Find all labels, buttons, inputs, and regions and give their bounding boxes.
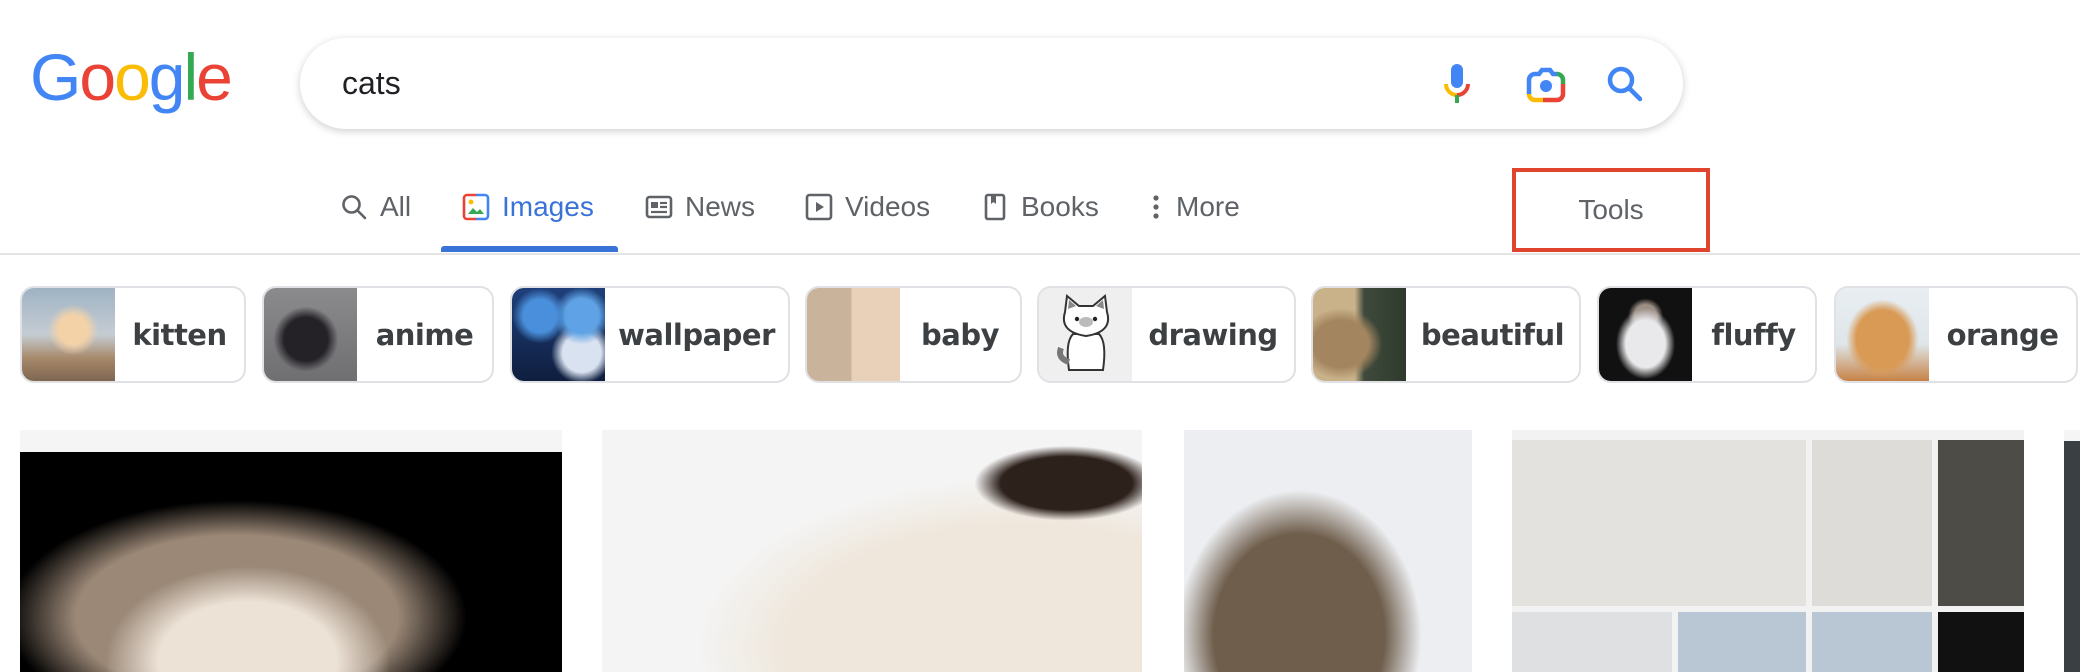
related-search-chip[interactable]: fluffy (1597, 286, 1817, 383)
tab-all[interactable]: All (340, 160, 411, 253)
search-input[interactable] (342, 38, 1342, 129)
search-box (300, 38, 1683, 129)
play-icon (805, 193, 833, 221)
logo-letter: g (148, 40, 186, 114)
result-image (602, 430, 1142, 672)
related-search-chip[interactable]: wallpaper (510, 286, 790, 383)
chip-label: drawing (1148, 317, 1278, 352)
result-image (2064, 441, 2080, 672)
related-search-chip[interactable]: beautiful (1311, 286, 1581, 383)
chip-thumbnail (1836, 288, 1929, 381)
more-vert-icon (1142, 193, 1170, 221)
logo-letter: l (183, 40, 199, 114)
tab-label: News (685, 190, 756, 222)
voice-search-button[interactable] (1435, 62, 1479, 106)
google-logo[interactable]: Google (30, 40, 233, 114)
search-submit-button[interactable] (1603, 62, 1647, 106)
related-search-chip[interactable]: kitten (20, 286, 246, 383)
news-icon (645, 193, 673, 221)
chip-thumbnail (1599, 288, 1692, 381)
image-result[interactable] (2064, 430, 2080, 672)
lens-search-button[interactable] (1524, 62, 1568, 106)
related-search-chip[interactable]: anime (262, 286, 494, 383)
tab-label: All (380, 190, 412, 222)
search-icon (1607, 66, 1643, 102)
image-result[interactable] (20, 430, 562, 672)
related-search-chip[interactable]: drawing (1037, 286, 1296, 383)
chip-label: anime (375, 317, 474, 352)
image-result[interactable] (1512, 430, 2024, 672)
result-image (1512, 430, 2024, 672)
chip-label: baby (921, 317, 1000, 352)
logo-letter: o (114, 40, 151, 114)
tools-button[interactable]: Tools (1512, 168, 1710, 252)
tab-label: Images (502, 190, 594, 222)
logo-letter: G (30, 40, 81, 114)
tab-news[interactable]: News (645, 160, 755, 253)
image-icon (462, 193, 490, 221)
search-type-tabs: All Images News Videos Books More (0, 160, 2080, 255)
cat-drawing-icon (1056, 293, 1109, 371)
logo-letter: o (79, 40, 116, 114)
tools-label: Tools (1578, 194, 1644, 225)
chip-label: kitten (132, 317, 227, 352)
chip-thumbnail (22, 288, 115, 381)
chip-label: beautiful (1420, 317, 1565, 352)
related-search-chip[interactable]: orange (1834, 286, 2078, 383)
tab-label: More (1176, 190, 1240, 222)
book-icon (981, 193, 1009, 221)
result-image (1184, 430, 1472, 672)
tab-images[interactable]: Images (462, 160, 594, 253)
image-result[interactable] (602, 430, 1142, 672)
chip-label: wallpaper (618, 317, 775, 352)
chip-thumbnail (1313, 288, 1406, 381)
chip-thumbnail (264, 288, 357, 381)
microphone-icon (1444, 64, 1470, 103)
chip-thumbnail (1039, 288, 1132, 381)
result-image (20, 452, 562, 672)
chip-thumbnail (807, 288, 900, 381)
tab-more[interactable]: More (1142, 160, 1240, 253)
tab-label: Videos (845, 190, 931, 222)
tab-books[interactable]: Books (981, 160, 1099, 253)
chip-thumbnail (512, 288, 605, 381)
camera-icon (1526, 67, 1566, 103)
chip-label: fluffy (1711, 317, 1796, 352)
tab-label: Books (1021, 190, 1099, 222)
image-result[interactable] (1184, 430, 1472, 672)
search-icon (340, 193, 368, 221)
logo-letter: e (196, 40, 233, 114)
related-search-chip[interactable]: baby (805, 286, 1022, 383)
chip-label: orange (1946, 317, 2059, 352)
active-tab-indicator (441, 246, 618, 252)
tab-videos[interactable]: Videos (805, 160, 930, 253)
